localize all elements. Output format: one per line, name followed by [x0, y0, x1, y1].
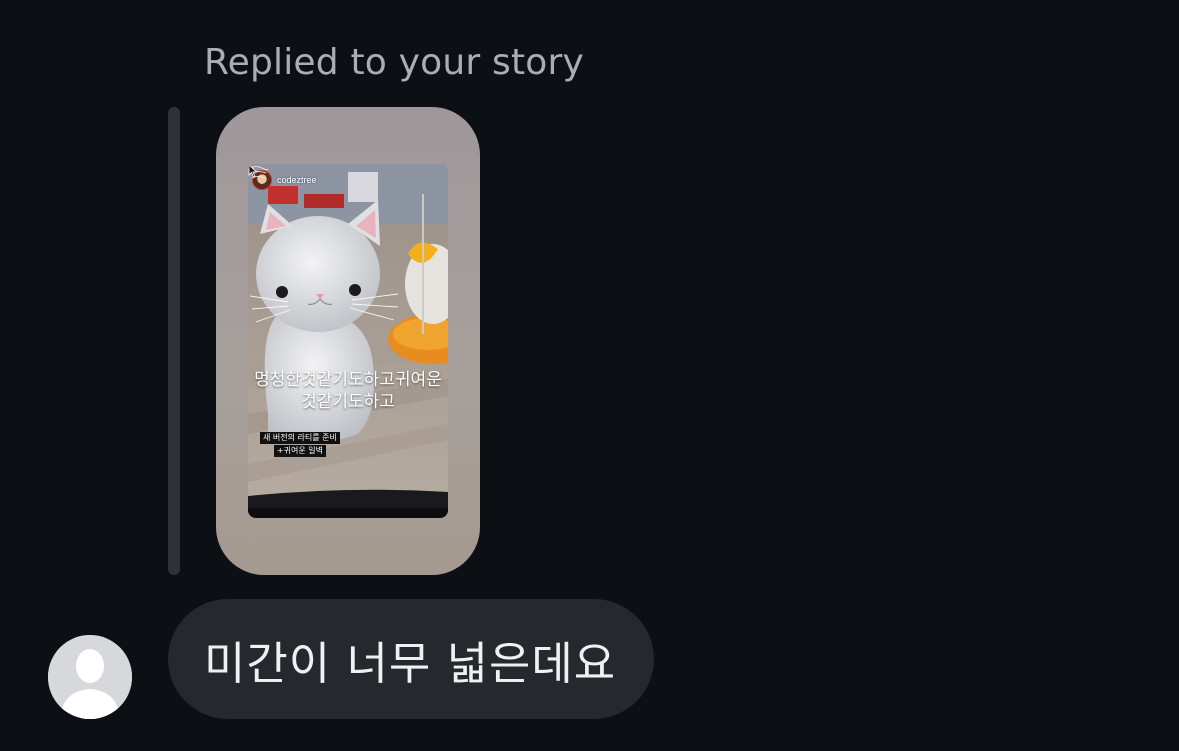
message-thread: Replied to your story codeztree 멍청한것같기도하… — [0, 0, 1179, 751]
story-image — [248, 164, 448, 518]
mouse-cursor-icon — [248, 164, 258, 178]
message-text: 미간이 너무 넓은데요 — [204, 636, 617, 690]
default-person-icon — [48, 635, 132, 719]
reply-quote-bar — [168, 107, 180, 575]
message-bubble[interactable]: 미간이 너무 넓은데요 — [168, 599, 655, 719]
story-username: codeztree — [277, 175, 317, 185]
story-caption-line-1: 멍청한것같기도하고귀여운 — [254, 370, 442, 390]
story-tag-line-1: 새 버전의 라티를 준비 — [260, 432, 340, 444]
story-sticker-text: 새 버전의 라티를 준비 +귀여운 일벽 — [260, 432, 340, 457]
story-tag-line-2: +귀여운 일벽 — [273, 445, 326, 457]
story-thumbnail[interactable]: codeztree 멍청한것같기도하고귀여운 것같기도하고 새 버전의 라티를 … — [248, 164, 448, 518]
story-caption-line-2: 것같기도하고 — [301, 392, 395, 412]
story-preview-card[interactable]: codeztree 멍청한것같기도하고귀여운 것같기도하고 새 버전의 라티를 … — [216, 107, 480, 575]
replied-to-story-label: Replied to your story — [204, 42, 585, 83]
story-caption: 멍청한것같기도하고귀여운 것같기도하고 — [248, 369, 448, 413]
story-bottom-strip — [248, 508, 448, 518]
sender-avatar[interactable] — [48, 635, 132, 719]
